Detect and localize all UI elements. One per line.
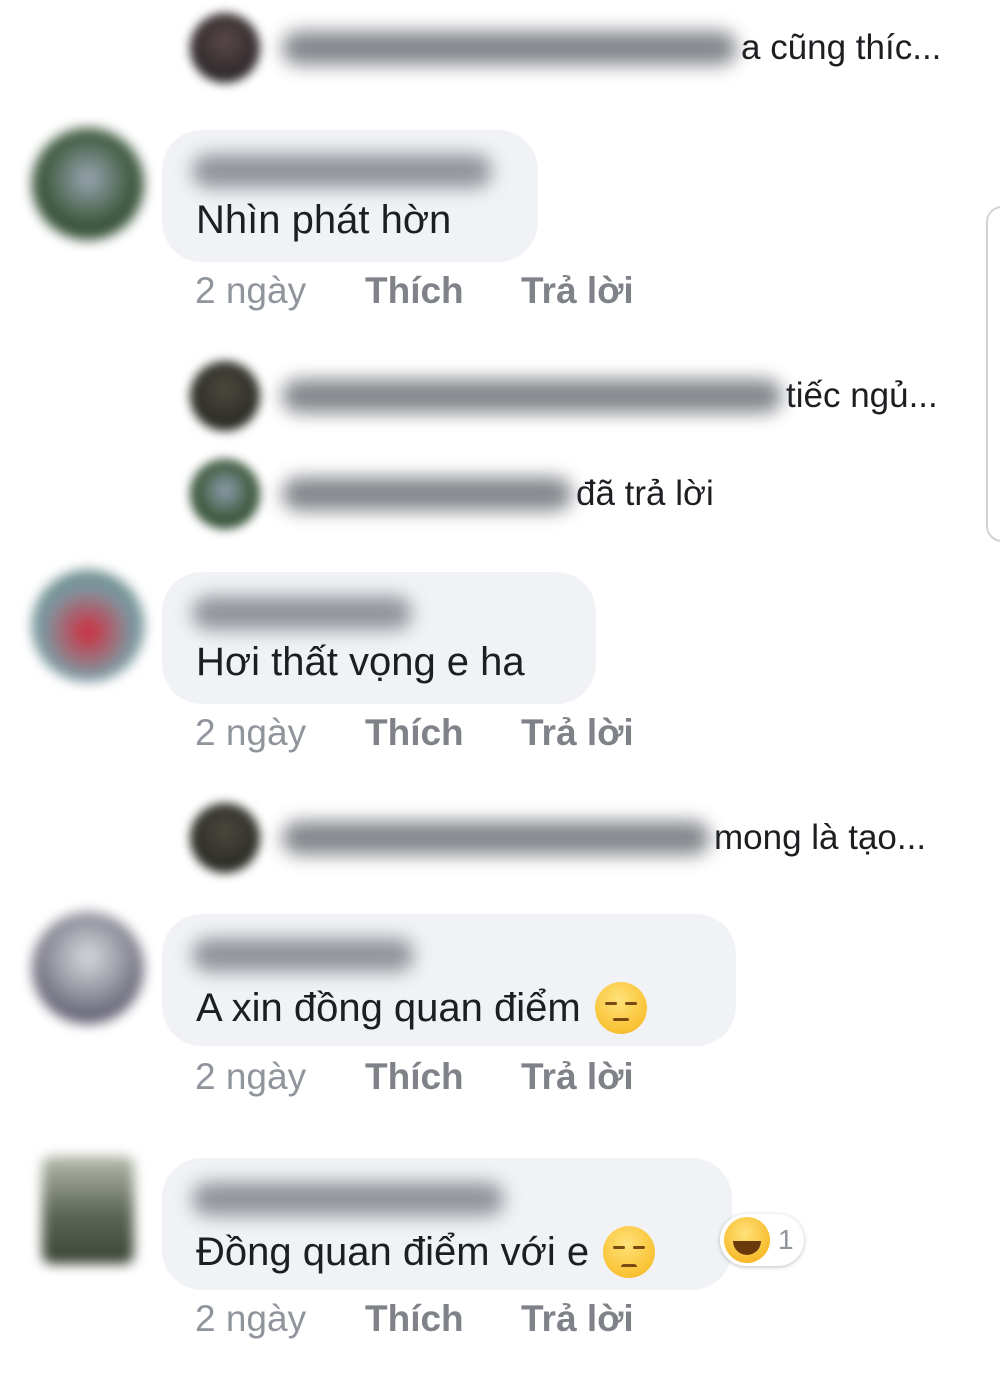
reply-button[interactable]: Trả lời	[521, 712, 634, 754]
like-button[interactable]: Thích	[365, 1056, 521, 1098]
blurred-author-name	[282, 821, 710, 855]
reply-summary-row[interactable]: mong là tạo...	[190, 798, 926, 878]
reply-preview-text: mong là tạo...	[714, 818, 927, 857]
reply-button[interactable]: Trả lời	[521, 1298, 634, 1340]
blurred-author-name[interactable]	[192, 154, 492, 188]
avatar	[190, 361, 260, 431]
like-button[interactable]: Thích	[365, 712, 521, 754]
comment-actions: 2 ngày Thích Trả lời	[195, 1294, 634, 1344]
comment-bubble: A xin đồng quan điểm	[162, 914, 736, 1046]
comment-timestamp[interactable]: 2 ngày	[195, 1056, 365, 1098]
avatar	[190, 459, 260, 529]
like-button[interactable]: Thích	[365, 1298, 521, 1340]
disappointed-face-icon	[603, 1226, 656, 1278]
comment-actions: 2 ngày Thích Trả lời	[195, 266, 634, 316]
commenter-avatar[interactable]	[32, 570, 144, 682]
comment-bubble: Hơi thất vọng e ha	[162, 572, 596, 704]
comment-timestamp[interactable]: 2 ngày	[195, 1298, 365, 1340]
comment-timestamp[interactable]: 2 ngày	[195, 712, 365, 754]
reply-summary-row[interactable]: tiếc ngủ...	[190, 356, 938, 436]
comment-text: A xin đồng quan điểm	[196, 982, 647, 1034]
like-button[interactable]: Thích	[365, 270, 521, 312]
reply-preview-text: a cũng thíc...	[741, 28, 942, 67]
commenter-avatar[interactable]	[42, 1156, 134, 1264]
comment-actions: 2 ngày Thích Trả lời	[195, 1052, 634, 1102]
reaction-count: 1	[778, 1224, 794, 1255]
comment-timestamp[interactable]: 2 ngày	[195, 270, 365, 312]
comment-actions: 2 ngày Thích Trả lời	[195, 708, 634, 758]
haha-reaction-icon	[724, 1217, 770, 1263]
side-panel-edge[interactable]	[986, 206, 1000, 542]
reply-preview-text: tiếc ngủ...	[786, 376, 938, 415]
pensive-face-icon	[594, 982, 647, 1034]
reply-button[interactable]: Trả lời	[521, 1056, 634, 1098]
comment-text: Đồng quan điểm với e	[196, 1226, 656, 1278]
comment-bubble: Đồng quan điểm với e	[162, 1158, 732, 1290]
comment-text: Nhìn phát hờn	[196, 198, 452, 242]
blurred-author-name	[282, 379, 782, 413]
avatar	[190, 13, 260, 83]
comment-bubble: Nhìn phát hờn	[162, 130, 538, 262]
commenter-avatar[interactable]	[32, 912, 144, 1024]
reply-summary-row[interactable]: a cũng thíc...	[190, 8, 941, 88]
avatar	[190, 803, 260, 873]
blurred-author-name	[282, 31, 737, 65]
blurred-author-name[interactable]	[192, 938, 414, 972]
blurred-author-name[interactable]	[192, 1182, 504, 1216]
comment-text: Hơi thất vọng e ha	[196, 640, 525, 684]
reply-button[interactable]: Trả lời	[521, 270, 634, 312]
blurred-author-name	[282, 477, 572, 511]
reaction-count-badge[interactable]: 1	[720, 1214, 804, 1266]
commenter-avatar[interactable]	[32, 128, 144, 240]
reply-preview-text: đã trả lời	[576, 474, 714, 513]
reply-summary-row[interactable]: đã trả lời	[190, 454, 714, 534]
blurred-author-name[interactable]	[192, 596, 412, 630]
